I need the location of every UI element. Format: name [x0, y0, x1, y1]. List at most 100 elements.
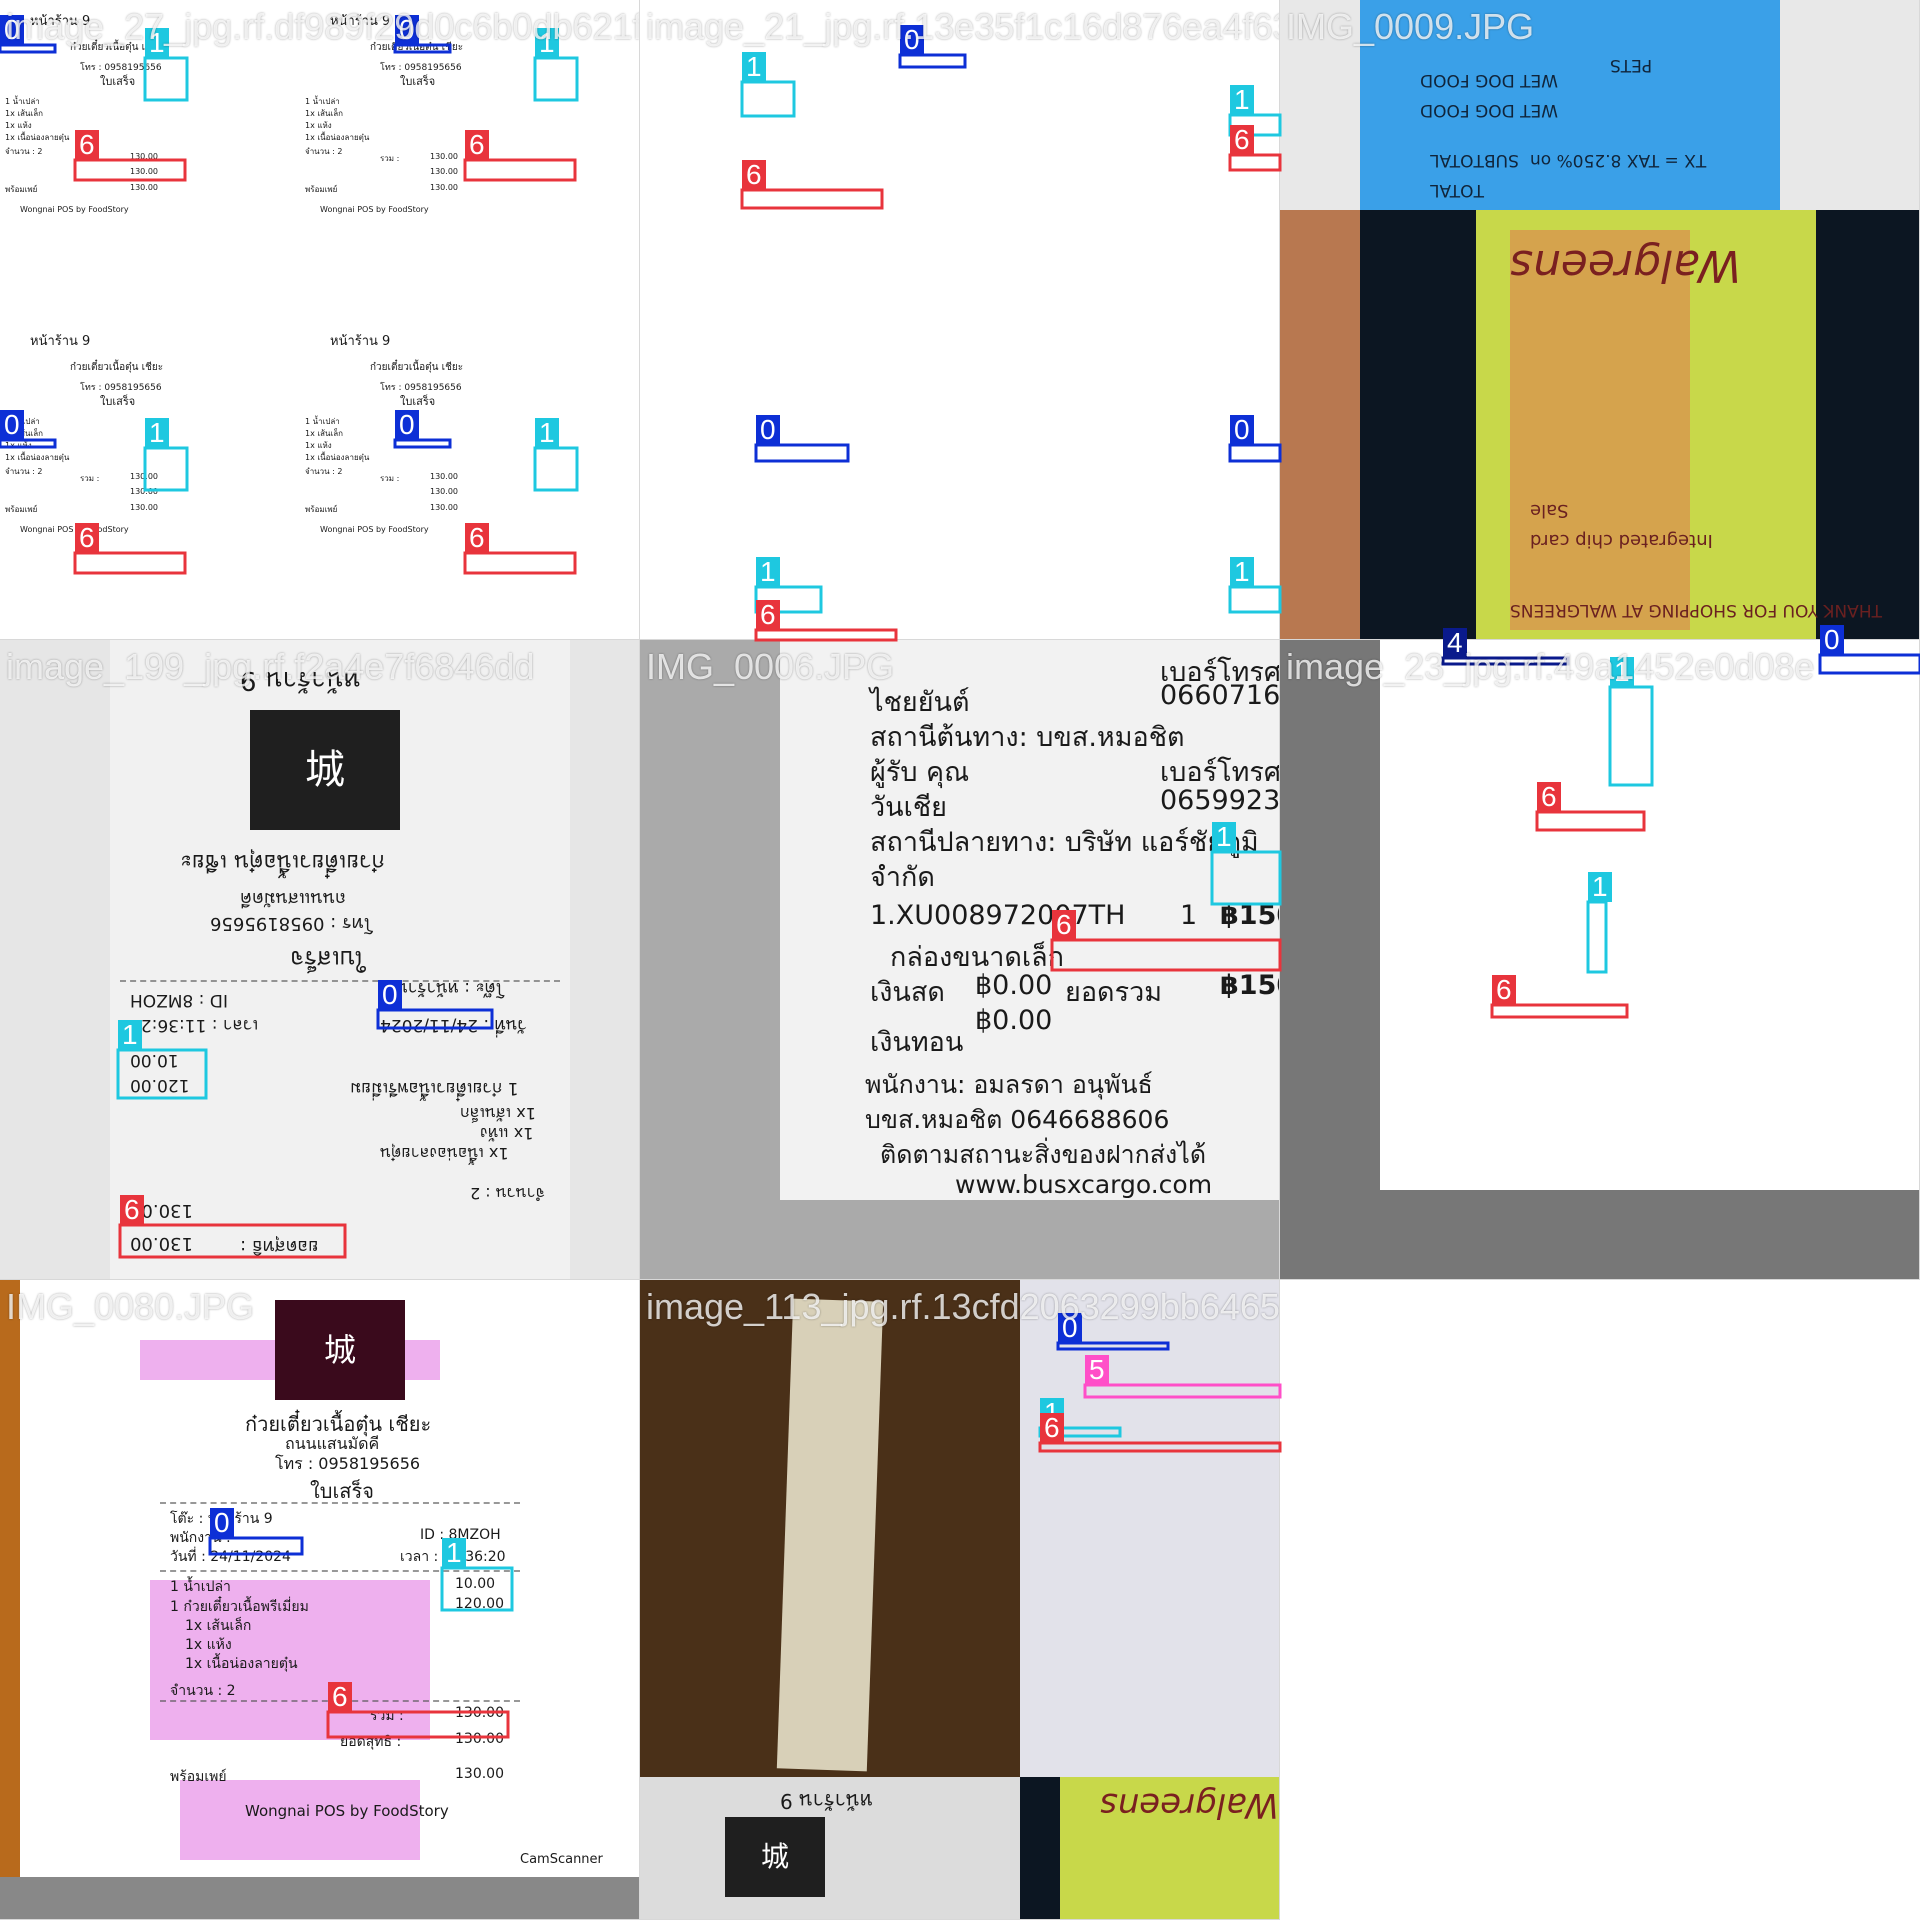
- receipt-line: ฿150: [1220, 900, 1279, 931]
- receipt-line: 130.00: [455, 1731, 504, 1747]
- receipt-line: 130.00: [130, 503, 158, 512]
- receipt-line: พร้อมเพย์: [305, 185, 338, 194]
- receipt-line: โทร : 0958195656: [210, 913, 374, 934]
- mosaic-tile: image_21_jpg.rf.13e35f1c16d876ea4f63e0: [640, 0, 1280, 640]
- receipt-line: 130.00: [430, 487, 458, 496]
- mosaic-tile: 城 ก๋วยเตี๋ยวเนื้อตุ๋น เชียะ ถนนแสนมัดคี …: [0, 1280, 640, 1920]
- receipt-line: ID : 8MZOH: [130, 990, 228, 1010]
- receipt-line: WET DOG FOOD: [1420, 70, 1559, 90]
- receipt-line: พร้อมเพย์: [5, 505, 38, 514]
- receipt-line: จำนวน : 2: [470, 1184, 545, 1203]
- mosaic-tile: image_27_jpg.rf.df989f29d0c6b0db621fcd ห…: [0, 0, 640, 640]
- receipt-line: CamScanner: [520, 1852, 603, 1867]
- receipt-line: 130.00: [130, 152, 158, 161]
- receipt-line: 1x เนื้อน่องลายตุ๋น: [185, 1656, 298, 1672]
- receipt-line: 120.00: [455, 1596, 504, 1612]
- receipt-line: วันที่ : 24/11/2024: [380, 1015, 527, 1035]
- receipt-line: 130.00: [130, 487, 158, 496]
- receipt-line: Wongnai POS by FoodStory: [20, 205, 129, 214]
- receipt-line: 130.00: [430, 503, 458, 512]
- mosaic-tile: image_23_jpg.rf.49a1452e0d08e: [1280, 640, 1920, 1280]
- receipt-line: จำนวน : 2: [5, 467, 43, 476]
- scanned-receipt: [1020, 1280, 1279, 1777]
- receipt-line: 130.00: [430, 167, 458, 176]
- receipt-line: จำนวน : 2: [5, 147, 43, 156]
- tile-filename: IMG_0006.JPG: [646, 646, 895, 687]
- receipt-line: 1.XU008972007TH: [870, 900, 1126, 931]
- tile-filename: image_21_jpg.rf.13e35f1c16d876ea4f63e0: [646, 6, 1280, 47]
- receipt-line: PETS: [1610, 55, 1653, 75]
- receipt-line: พร้อมเพย์: [305, 505, 338, 514]
- receipt-line: ยอดสุทธิ :: [240, 1236, 319, 1257]
- receipt-line: 1x เนื้อน่องลายตุ๋น: [305, 133, 370, 142]
- receipt-line: ก๋วยเตี๋ยวเนื้อตุ๋น เชียะ: [370, 362, 464, 373]
- receipt-grid: หน้าร้าน 9 ก๋วยเตี๋ยวเนื้อตุ๋น เชียะ โทร :…: [0, 0, 639, 639]
- receipt-line: 130.00: [130, 1200, 193, 1221]
- receipt-line: พนักงาน: อมลรดา อนุพันธ์: [865, 1070, 1153, 1099]
- receipt-line: จำนวน : 2: [305, 467, 343, 476]
- receipt-line: ก๋วยเตี๋ยวเนื้อตุ๋น เชียะ: [180, 849, 385, 874]
- receipt-line: www.busxcargo.com: [955, 1170, 1213, 1199]
- receipt-line: 0659923: [1160, 785, 1280, 816]
- receipt-line: เวลา : 11:36:20: [400, 1549, 506, 1565]
- receipt-line: 130.00: [130, 1233, 193, 1254]
- receipt-line: โทร : 0958195656: [275, 1454, 421, 1473]
- receipt-line: วันที่ : 24/11/2024: [170, 1549, 291, 1565]
- mosaic-tile: WET DOG FOOD WET DOG FOOD PETS SUBTOTAL …: [1280, 0, 1920, 640]
- receipt-line: SUBTOTAL: [1430, 150, 1519, 170]
- receipt-line: 130.00: [130, 183, 158, 192]
- receipt-line: หน้าร้าน 9: [780, 1789, 873, 1813]
- empty-tile: [1280, 1280, 1920, 1920]
- tile-filename: image_27_jpg.rf.df989f29d0c6b0db621fcd: [6, 6, 640, 47]
- tile-filename: image_23_jpg.rf.49a1452e0d08e: [1286, 646, 1815, 687]
- receipt-line: ใบเสร็จ: [100, 395, 136, 408]
- receipt-line: บขส.หมอชิต 0646688606: [865, 1105, 1170, 1134]
- receipt-line: 130.00: [430, 183, 458, 192]
- receipt-line: พร้อมเพย์: [5, 185, 38, 194]
- receipt-line: รวม :: [380, 474, 400, 483]
- receipt-line: 1x เนื้อน่องลายตุ๋น: [5, 453, 70, 462]
- receipt-line: ID : 8MZOH: [420, 1527, 501, 1543]
- receipt-line: ใบเสร็จ: [290, 945, 367, 973]
- receipt-line: 1x เนื้อน่องลายตุ๋น: [305, 453, 370, 462]
- receipt-line: 0660716: [1160, 680, 1280, 711]
- receipt-line: Integrated chip card: [1530, 530, 1713, 551]
- receipt-line: Wongnai POS by FoodStory: [20, 525, 129, 534]
- mini-receipt: หน้าร้าน 9 ก๋วยเตี๋ยวเนื้อตุ๋น เชียะ โทร :…: [300, 320, 540, 560]
- receipt-crop: หน้าร้าน 9 城: [640, 1777, 1020, 1919]
- long-receipt-photo: [640, 1280, 1020, 1777]
- receipt-line: 1x เนื้อน่องลายตุ๋น: [5, 133, 70, 142]
- walgreens-logo: Walgreens: [1100, 1785, 1279, 1825]
- mosaic-tile: เบอร์โทรศ ไชยยันต์ 0660716 สถานีต้นทาง: …: [640, 640, 1280, 1280]
- walgreens-receipt-bottom: Walgreens Sale Integrated chip card THAN…: [1280, 210, 1919, 639]
- receipt-line: 130.00: [430, 472, 458, 481]
- receipt-line: ก๋วยเตี๋ยวเนื้อตุ๋น เชียะ: [70, 362, 164, 373]
- receipt-line: 10.00: [130, 1050, 179, 1070]
- receipt-line: จำนวน : 2: [170, 1683, 236, 1699]
- receipt-line: ยอดสุทธิ :: [340, 1734, 402, 1750]
- receipt-line: ยอดรวม: [1065, 977, 1163, 1008]
- receipt-line: 1 ก๋วยเตี๋ยวเนื้อพรีเมี่ยม: [350, 1078, 519, 1098]
- receipt-line: รวม :: [80, 474, 100, 483]
- receipt-line: TX = TAX 8.250% on: [1530, 150, 1707, 170]
- shop-logo: 城: [275, 1300, 405, 1400]
- receipt-line: ฿0.00: [975, 1005, 1053, 1036]
- shop-logo: 城: [725, 1817, 825, 1897]
- walgreens-crop: Walgreens: [1020, 1777, 1279, 1919]
- receipt-line: 130.00: [455, 1705, 504, 1721]
- receipt-line: เงินสด: [870, 977, 945, 1008]
- receipt-line: ฿150: [1220, 970, 1279, 1001]
- receipt-line: ฿0.00: [975, 970, 1053, 1001]
- receipt-line: Sale: [1530, 500, 1569, 521]
- mosaic-tile: 城 หน้าร้าน 9 ก๋วยเตี๋ยวเนื้อตุ๋น เชียะ ถ…: [0, 640, 640, 1280]
- receipt-line: 130.00: [130, 472, 158, 481]
- receipt-line: Wongnai POS by FoodStory: [320, 205, 429, 214]
- tile-filename: image_199_jpg.rf.f2a4e7f6846dd: [6, 646, 535, 687]
- receipt-line: รวม :: [370, 1708, 404, 1724]
- receipt-line: จำกัด: [870, 862, 935, 893]
- tile-filename: IMG_0080.JPG: [6, 1286, 255, 1327]
- receipt-line: เวลา : 11:36:20: [130, 1015, 259, 1035]
- receipt-line: 1: [1180, 900, 1198, 931]
- receipt-line: รวม :: [380, 154, 400, 163]
- receipt-line: 1 น้ำเปล่า: [170, 1579, 231, 1595]
